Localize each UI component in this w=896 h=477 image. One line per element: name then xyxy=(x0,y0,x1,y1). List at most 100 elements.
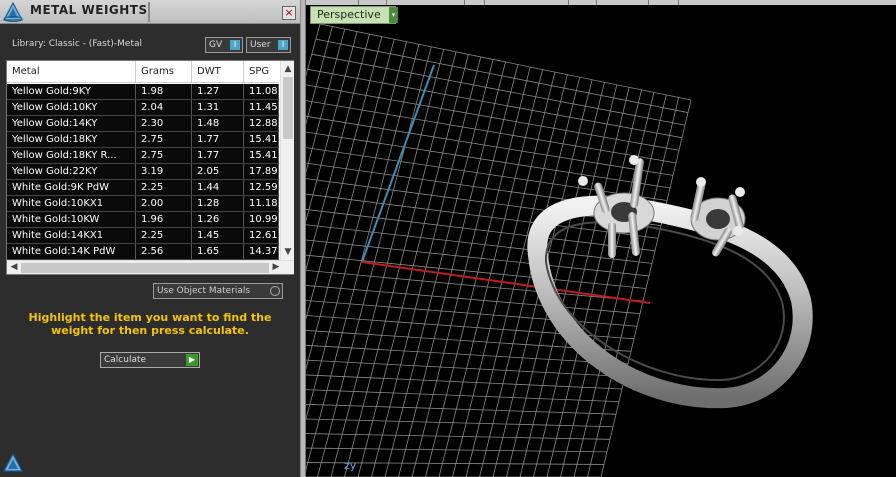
cell-dwt: 1.27 xyxy=(192,84,244,99)
table-row[interactable]: White Gold:10KX1 2.00 1.28 11.18 xyxy=(7,196,279,212)
cell-grams: 2.75 xyxy=(136,148,192,163)
scroll-up-icon[interactable]: ▲ xyxy=(282,63,294,75)
cell-spg: 15.41 xyxy=(244,148,279,163)
play-arrow-icon[interactable]: ▶ xyxy=(186,354,198,366)
cell-spg: 11.18 xyxy=(244,196,279,211)
table-row[interactable]: Yellow Gold:9KY 1.98 1.27 11.08 xyxy=(7,84,279,100)
cell-metal: Yellow Gold:18KY xyxy=(7,132,136,147)
grid-line xyxy=(425,66,531,477)
grid-line xyxy=(306,418,614,428)
perspective-viewport[interactable]: Perspective ▾ zy xyxy=(306,0,896,477)
app-logo-icon xyxy=(3,1,23,22)
grid-line xyxy=(306,23,321,77)
grid-line xyxy=(306,34,370,271)
cell-dwt: 2.05 xyxy=(192,164,244,179)
cell-dwt: 1.65 xyxy=(192,244,244,259)
library-label: Library: Classic - (Fast)-Metal xyxy=(12,39,143,49)
table-row[interactable]: White Gold:14K PdW 2.56 1.65 14.37 xyxy=(7,244,279,260)
cell-metal: Yellow Gold:10KY xyxy=(7,100,136,115)
table-header: Metal Grams DWT SPG xyxy=(7,61,279,83)
grid-line xyxy=(306,100,677,164)
cell-metal: Yellow Gold:14KY xyxy=(7,116,136,131)
grid-line xyxy=(306,131,671,189)
cell-metal: White Gold:14KX1 xyxy=(7,228,136,243)
cell-dwt: 1.31 xyxy=(192,100,244,115)
user-toggle[interactable]: User I xyxy=(246,37,291,53)
cell-grams: 2.00 xyxy=(136,196,192,211)
cell-grams: 1.98 xyxy=(136,84,192,99)
cell-grams: 2.25 xyxy=(136,180,192,195)
column-header-grams[interactable]: Grams xyxy=(136,61,192,83)
metal-table: Metal Grams DWT SPG Yellow Gold:9KY 1.98 1… xyxy=(6,60,294,275)
column-header-dwt[interactable]: DWT xyxy=(192,61,244,83)
grid-line xyxy=(546,89,642,477)
table-row[interactable]: White Gold:10KW 1.96 1.26 10.99 xyxy=(7,212,279,228)
cell-spg: 12.61 xyxy=(244,228,279,243)
scroll-down-icon[interactable]: ▼ xyxy=(282,246,294,258)
panel-titlebar[interactable]: METAL WEIGHTS × xyxy=(0,0,300,24)
cell-spg: 14.37 xyxy=(244,244,279,259)
use-object-materials-checkbox[interactable]: Use Object Materials xyxy=(153,283,283,299)
user-toggle-label: User xyxy=(250,40,271,50)
cell-dwt: 1.77 xyxy=(192,148,244,163)
table-row[interactable]: Yellow Gold:18KY 2.75 1.77 15.41 xyxy=(7,132,279,148)
cell-dwt: 1.44 xyxy=(192,180,244,195)
column-header-metal[interactable]: Metal xyxy=(7,61,136,83)
grid-line xyxy=(479,77,581,477)
grid-line xyxy=(587,97,680,477)
cell-spg: 12.88 xyxy=(244,116,279,131)
viewport-scene[interactable] xyxy=(306,0,896,477)
calculate-label: Calculate xyxy=(104,355,147,365)
viewport-name-dropdown[interactable]: Perspective ▾ xyxy=(310,6,398,24)
app-logo-icon xyxy=(3,452,23,472)
column-header-spg[interactable]: SPG xyxy=(244,61,279,83)
horizontal-scroll-thumb[interactable] xyxy=(21,263,269,273)
table-row[interactable]: White Gold:9K PdW 2.25 1.44 12.59 xyxy=(7,180,279,196)
vertical-scrollbar[interactable]: ▲ ▼ xyxy=(280,61,294,260)
grid-line xyxy=(306,224,653,264)
cell-metal: Yellow Gold:18KY R... xyxy=(7,148,136,163)
cell-spg: 11.45 xyxy=(244,100,279,115)
grid-line xyxy=(465,74,568,477)
close-icon: × xyxy=(284,6,294,19)
cell-grams: 2.30 xyxy=(136,116,192,131)
radio-icon[interactable] xyxy=(270,286,280,296)
table-row[interactable]: Yellow Gold:10KY 2.04 1.31 11.45 xyxy=(7,100,279,116)
table-row[interactable]: White Gold:14KX1 2.25 1.45 12.61 xyxy=(7,228,279,244)
calculate-button[interactable]: Calculate ▶ xyxy=(100,352,200,368)
cell-dwt: 1.45 xyxy=(192,228,244,243)
cell-metal: White Gold:9K PdW xyxy=(7,180,136,195)
close-button[interactable]: × xyxy=(282,6,296,20)
table-row[interactable]: Yellow Gold:14KY 2.30 1.48 12.88 xyxy=(7,116,279,132)
instruction-text: Highlight the item you want to find the … xyxy=(28,311,272,337)
cell-dwt: 1.77 xyxy=(192,132,244,147)
table-row[interactable]: Yellow Gold:18KY R... 2.75 1.77 15.41 xyxy=(7,148,279,164)
cell-metal: White Gold:10KX1 xyxy=(7,196,136,211)
scroll-left-icon[interactable]: ◀ xyxy=(8,261,20,273)
grid-line xyxy=(306,254,647,289)
cell-grams: 3.19 xyxy=(136,164,192,179)
grid-line xyxy=(506,82,605,477)
chevron-down-icon[interactable]: ▾ xyxy=(389,7,398,23)
vertical-scroll-thumb[interactable] xyxy=(283,77,293,139)
grid-line xyxy=(306,433,611,440)
horizontal-scrollbar[interactable]: ◀ ▶ xyxy=(7,260,294,274)
cell-grams: 2.04 xyxy=(136,100,192,115)
table-row[interactable]: Yellow Gold:22KY 3.19 2.05 17.89 xyxy=(7,164,279,180)
cell-spg: 15.41 xyxy=(244,132,279,147)
cell-grams: 2.25 xyxy=(136,228,192,243)
grid-line xyxy=(438,69,543,477)
cell-dwt: 1.26 xyxy=(192,212,244,227)
scroll-right-icon[interactable]: ▶ xyxy=(270,261,282,273)
cell-spg: 11.08 xyxy=(244,84,279,99)
grid-line xyxy=(306,28,346,174)
cell-grams: 1.96 xyxy=(136,212,192,227)
cell-spg: 17.89 xyxy=(244,164,279,179)
gv-toggle[interactable]: GV I xyxy=(205,37,243,53)
use-object-materials-label: Use Object Materials xyxy=(157,286,251,296)
cell-spg: 10.99 xyxy=(244,212,279,227)
cell-metal: Yellow Gold:9KY xyxy=(7,84,136,99)
cell-spg: 12.59 xyxy=(244,180,279,195)
title-separator xyxy=(148,2,150,22)
viewport-name: Perspective xyxy=(317,8,381,21)
